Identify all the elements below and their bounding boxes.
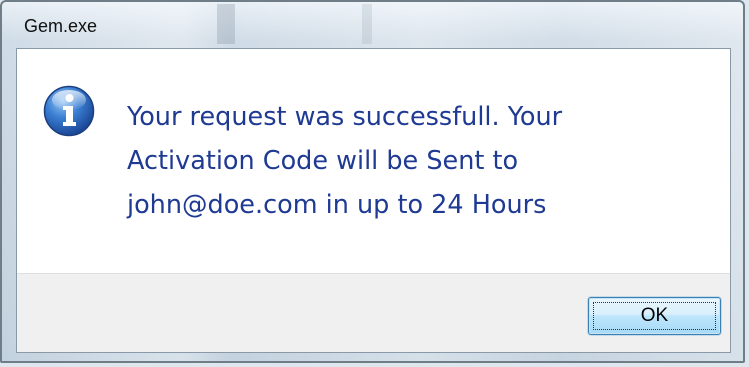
window-title: Gem.exe xyxy=(24,16,98,36)
ok-button-label: OK xyxy=(640,305,669,326)
message-dialog-window: Gem.exe Your request was successfull. Yo… xyxy=(0,0,745,363)
dialog-message: Your request was successfull. Your Activ… xyxy=(127,102,563,220)
ok-button[interactable]: OK xyxy=(588,297,721,335)
message-area: Your request was successfull. Your Activ… xyxy=(17,49,730,273)
dialog-client-area: Your request was successfull. Your Activ… xyxy=(16,48,731,353)
title-bar[interactable]: Gem.exe xyxy=(2,2,743,48)
button-bar: OK xyxy=(17,273,730,352)
info-icon xyxy=(43,85,95,137)
